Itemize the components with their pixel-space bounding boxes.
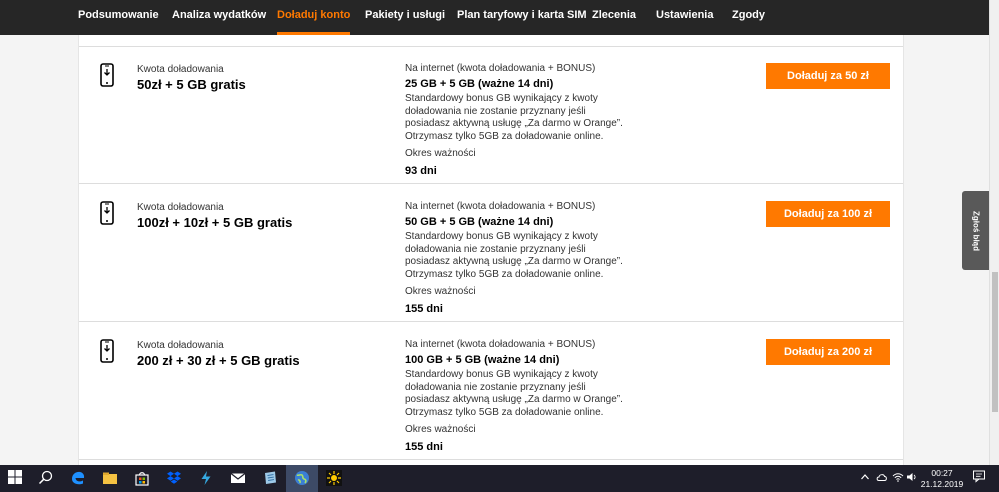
validity-label: Okres ważności — [405, 424, 476, 435]
nav-item-pakiety-i-uslugi[interactable]: Pakiety i usługi — [365, 0, 445, 35]
page: Podsumowanie Analiza wydatków Doładuj ko… — [0, 0, 999, 492]
notifications-icon[interactable] — [972, 469, 990, 487]
amount-label: Kwota doładowania — [137, 64, 224, 75]
store-icon[interactable] — [126, 465, 158, 492]
notes-icon[interactable] — [254, 465, 286, 492]
top-navigation: Podsumowanie Analiza wydatków Doładuj ko… — [0, 0, 999, 35]
bonus-text: Standardowy bonus GB wynikający z kwoty … — [405, 369, 623, 418]
amount-value: 50zł + 5 GB gratis — [137, 77, 246, 92]
amount-label: Kwota doładowania — [137, 202, 224, 213]
clock-time: 00:27 — [931, 468, 953, 478]
topup-200-button[interactable]: Doładuj za 200 zł — [766, 339, 890, 365]
taskbar-clock[interactable]: 00:27 21.12.2019 — [920, 468, 964, 490]
validity-value: 93 dni — [405, 165, 437, 177]
topup-100-button[interactable]: Doładuj za 100 zł — [766, 201, 890, 227]
topup-offers-panel: Kwota doładowania 50zł + 5 GB gratis Na … — [78, 35, 904, 465]
offer-row: Kwota doładowania 200 zł + 30 zł + 5 GB … — [79, 323, 903, 460]
validity-label: Okres ważności — [405, 286, 476, 297]
internet-value: 25 GB + 5 GB (ważne 14 dni) — [405, 78, 554, 90]
browser-icon[interactable] — [286, 465, 318, 492]
amount-value: 100zł + 10zł + 5 GB gratis — [137, 215, 293, 230]
offer-row: Kwota doładowania 100zł + 10zł + 5 GB gr… — [79, 185, 903, 322]
nav-item-zlecenia[interactable]: Zlecenia — [592, 0, 636, 35]
chevron-up-icon[interactable] — [860, 472, 870, 484]
app-icon[interactable] — [190, 465, 222, 492]
clock-date: 21.12.2019 — [920, 479, 964, 489]
internet-label: Na internet (kwota doładowania + BONUS) — [405, 339, 596, 350]
nav-item-ustawienia[interactable]: Ustawienia — [656, 0, 713, 35]
validity-value: 155 dni — [405, 441, 443, 453]
cloud-icon[interactable] — [876, 472, 888, 484]
nav-item-analiza-wydatkow[interactable]: Analiza wydatków — [172, 0, 266, 35]
taskbar: 00:27 21.12.2019 — [0, 465, 999, 492]
amount-label: Kwota doładowania — [137, 340, 224, 351]
scrollbar-thumb[interactable] — [992, 272, 998, 412]
wifi-icon[interactable] — [892, 472, 904, 484]
phone-icon — [100, 201, 114, 225]
dropbox-icon[interactable] — [158, 465, 190, 492]
offer-row: Kwota doładowania 50zł + 5 GB gratis Na … — [79, 47, 903, 184]
app-icon[interactable] — [318, 465, 350, 492]
nav-item-podsumowanie[interactable]: Podsumowanie — [78, 0, 159, 35]
mail-icon[interactable] — [222, 465, 254, 492]
file-explorer-icon[interactable] — [94, 465, 126, 492]
edge-icon[interactable] — [62, 465, 94, 492]
nav-item-zgody[interactable]: Zgody — [732, 0, 765, 35]
validity-value: 155 dni — [405, 303, 443, 315]
topup-50-button[interactable]: Doładuj za 50 zł — [766, 63, 890, 89]
bonus-text: Standardowy bonus GB wynikający z kwoty … — [405, 93, 623, 142]
phone-icon — [100, 63, 114, 87]
windows-start-icon[interactable] — [0, 465, 32, 492]
validity-label: Okres ważności — [405, 148, 476, 159]
bonus-text: Standardowy bonus GB wynikający z kwoty … — [405, 231, 623, 280]
volume-icon[interactable] — [906, 472, 918, 484]
report-issue-label: Zgłoś błąd — [971, 210, 980, 251]
internet-label: Na internet (kwota doładowania + BONUS) — [405, 201, 596, 212]
search-icon[interactable] — [30, 465, 62, 492]
internet-label: Na internet (kwota doładowania + BONUS) — [405, 63, 596, 74]
internet-value: 100 GB + 5 GB (ważne 14 dni) — [405, 354, 560, 366]
nav-item-doladuj-konto[interactable]: Doładuj konto — [277, 0, 351, 35]
report-issue-tab[interactable]: Zgłoś błąd — [962, 191, 989, 270]
offer-details: Na internet (kwota doładowania + BONUS) … — [405, 200, 635, 316]
internet-value: 50 GB + 5 GB (ważne 14 dni) — [405, 216, 554, 228]
phone-icon — [100, 339, 114, 363]
nav-item-plan-taryfowy[interactable]: Plan taryfowy i karta SIM — [457, 0, 587, 35]
offer-details: Na internet (kwota doładowania + BONUS) … — [405, 62, 635, 178]
amount-value: 200 zł + 30 zł + 5 GB gratis — [137, 353, 300, 368]
scrollbar[interactable] — [989, 0, 999, 465]
offer-details: Na internet (kwota doładowania + BONUS) … — [405, 338, 635, 454]
